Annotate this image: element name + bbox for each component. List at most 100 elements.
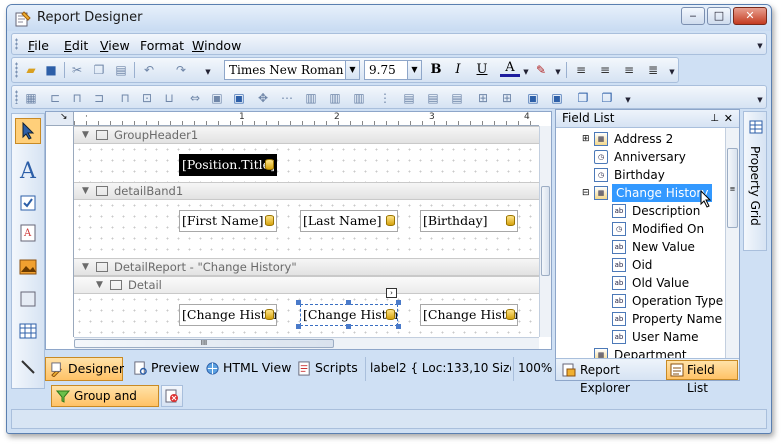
label-change-history-2-selected[interactable]: [Change History	[300, 304, 398, 326]
selection-handle[interactable]	[396, 300, 401, 305]
size-to-grid-icon[interactable]: ▣	[208, 89, 226, 107]
align-rights-icon[interactable]: ⊐	[90, 89, 108, 107]
band-area-detailband1[interactable]: [First Name] [Last Name] [Birthday]	[74, 200, 539, 258]
selection-handle[interactable]	[346, 324, 351, 329]
tab-html-view[interactable]: HTML View	[201, 357, 291, 381]
field-item-change-history[interactable]: ⊟ ▦ Change History	[556, 184, 725, 208]
increase-spacing-icon[interactable]: ▥	[302, 89, 320, 107]
field-item-department[interactable]: ▦ Department	[556, 346, 725, 358]
tab-preview[interactable]: Preview	[129, 357, 200, 381]
align-tops-icon[interactable]: ⊓	[116, 89, 134, 107]
field-item-address2[interactable]: ⊞ ▦ Address 2	[556, 130, 725, 148]
collapse-triangle-icon[interactable]: ▼	[96, 277, 103, 294]
tab-field-list[interactable]: Field List	[666, 360, 738, 395]
field-item-birthday[interactable]: ◷ Birthday	[556, 166, 725, 184]
field-item-property-name[interactable]: ab Property Name	[556, 310, 725, 328]
horizontal-scrollbar[interactable]: III	[74, 337, 539, 349]
vertical-spacing-icon[interactable]: ⋮	[376, 89, 394, 107]
band-area-groupheader1[interactable]: [Position.Title]	[74, 144, 539, 182]
selection-handle[interactable]	[396, 324, 401, 329]
menu-view[interactable]: View	[100, 38, 130, 53]
align-center-icon[interactable]: ≡	[596, 61, 614, 79]
close-button[interactable]: ✕	[733, 7, 767, 25]
center-vertically-page-icon[interactable]: ▣	[548, 89, 566, 107]
toolbar-overflow-icon[interactable]: ▼	[756, 96, 764, 104]
make-same-width-icon[interactable]: ⇔	[186, 89, 204, 107]
label-last-name[interactable]: [Last Name]	[300, 210, 398, 232]
minimize-button[interactable]: ‒	[681, 7, 705, 25]
tab-group-and-sort[interactable]: Group and Sort	[51, 385, 159, 423]
align-middles-icon[interactable]: ⊡	[138, 89, 156, 107]
field-item-user-name[interactable]: ab User Name	[556, 328, 725, 346]
label-tool[interactable]: A	[15, 158, 41, 184]
remove-v-spacing-icon[interactable]: ▤	[448, 89, 466, 107]
cut-icon[interactable]: ✂	[68, 61, 86, 79]
line-tool[interactable]	[15, 354, 41, 380]
chevron-down-icon[interactable]: ▼	[345, 61, 359, 79]
expand-plus-icon[interactable]: ⊞	[582, 130, 590, 148]
selection-handle[interactable]	[296, 300, 301, 305]
band-header-detailreport[interactable]: ▼ DetailReport - "Change History"	[74, 258, 539, 276]
field-item-new-value[interactable]: ab New Value	[556, 238, 725, 256]
chevron-down-icon[interactable]: ▼	[554, 68, 562, 76]
label-birthday[interactable]: [Birthday]	[420, 210, 518, 232]
smart-tag-icon[interactable]: ›	[386, 288, 397, 298]
selection-handle[interactable]	[346, 300, 351, 305]
selection-handle[interactable]	[296, 324, 301, 329]
panel-close-icon[interactable]: ✕	[724, 110, 733, 127]
font-color-button[interactable]: A	[500, 61, 520, 77]
redo-icon[interactable]: ↷	[172, 61, 190, 79]
align-to-grid-icon[interactable]: ▦	[22, 89, 40, 107]
picture-tool[interactable]	[15, 254, 41, 280]
size-to-grid-icon[interactable]: ✥	[254, 89, 272, 107]
toolbar-overflow-icon[interactable]: ▼	[204, 68, 212, 76]
toolbar-overflow-icon[interactable]: ▼	[668, 68, 676, 76]
field-item-operation-type[interactable]: ab Operation Type	[556, 292, 725, 310]
checkbox-tool[interactable]	[15, 190, 41, 216]
design-surface[interactable]: ↘ · 1 2 3 4 ▼ GroupHeader1 [Position.Tit…	[45, 111, 552, 350]
highlight-color-icon[interactable]: ✎	[532, 61, 550, 79]
pointer-tool[interactable]	[15, 118, 41, 144]
tab-designer[interactable]: Designer	[45, 357, 124, 381]
open-folder-icon[interactable]: ▰	[22, 61, 40, 79]
band-area-detail[interactable]: [Change History [Change History › [Chang…	[74, 288, 539, 339]
scripts-errors-tab[interactable]	[161, 385, 183, 407]
toolbar-overflow-icon[interactable]: ▼	[624, 96, 632, 104]
richtext-tool[interactable]: A	[15, 220, 41, 246]
field-item-description[interactable]: ab Description	[556, 202, 725, 220]
band-header-groupheader1[interactable]: ▼ GroupHeader1	[74, 126, 539, 144]
collapse-minus-icon[interactable]: ⊟	[582, 184, 590, 202]
menu-window[interactable]: Window	[192, 38, 241, 53]
chevron-down-icon[interactable]: ▼	[407, 61, 421, 79]
horizontal-spacing-icon[interactable]: ⋯	[278, 89, 296, 107]
remove-spacing-icon[interactable]: ▥	[350, 89, 368, 107]
bring-to-front-icon[interactable]: ❐	[574, 89, 592, 107]
chevron-down-icon[interactable]: ▼	[522, 68, 530, 76]
field-list-scroll-thumb[interactable]: ≡	[727, 148, 738, 228]
save-icon[interactable]: ■	[42, 61, 60, 79]
decrease-v-spacing-icon[interactable]: ▤	[424, 89, 442, 107]
table-tool[interactable]	[15, 318, 41, 344]
decrease-spacing-icon[interactable]: ▥	[326, 89, 344, 107]
bold-button[interactable]: B	[426, 61, 446, 79]
field-item-old-value[interactable]: ab Old Value	[556, 274, 725, 292]
vertical-scroll-thumb[interactable]	[541, 186, 550, 276]
label-change-history-1[interactable]: [Change History	[179, 304, 277, 326]
align-lefts-icon[interactable]: ⊏	[46, 89, 64, 107]
center-vertically-icon[interactable]: ⊞	[498, 89, 516, 107]
tab-scripts[interactable]: Scripts	[293, 357, 359, 381]
label-position-title[interactable]: [Position.Title]	[179, 154, 277, 176]
pin-icon[interactable]: ⊥	[710, 110, 719, 127]
justify-icon[interactable]: ≣	[644, 61, 662, 79]
tab-report-explorer[interactable]: Report Explorer	[560, 361, 664, 395]
underline-button[interactable]: U	[472, 61, 492, 79]
horizontal-scroll-thumb[interactable]: III	[74, 339, 334, 348]
field-item-anniversary[interactable]: ◷ Anniversary	[556, 148, 725, 166]
vertical-scrollbar[interactable]	[539, 126, 551, 337]
send-to-back-icon[interactable]: ❐	[598, 89, 616, 107]
menu-edit[interactable]: Edit	[64, 38, 88, 53]
italic-button[interactable]: I	[448, 61, 468, 79]
font-name-combo[interactable]: Times New Roman ▼	[224, 60, 360, 80]
menu-file[interactable]: File	[28, 38, 49, 53]
undo-icon[interactable]: ↶	[140, 61, 158, 79]
